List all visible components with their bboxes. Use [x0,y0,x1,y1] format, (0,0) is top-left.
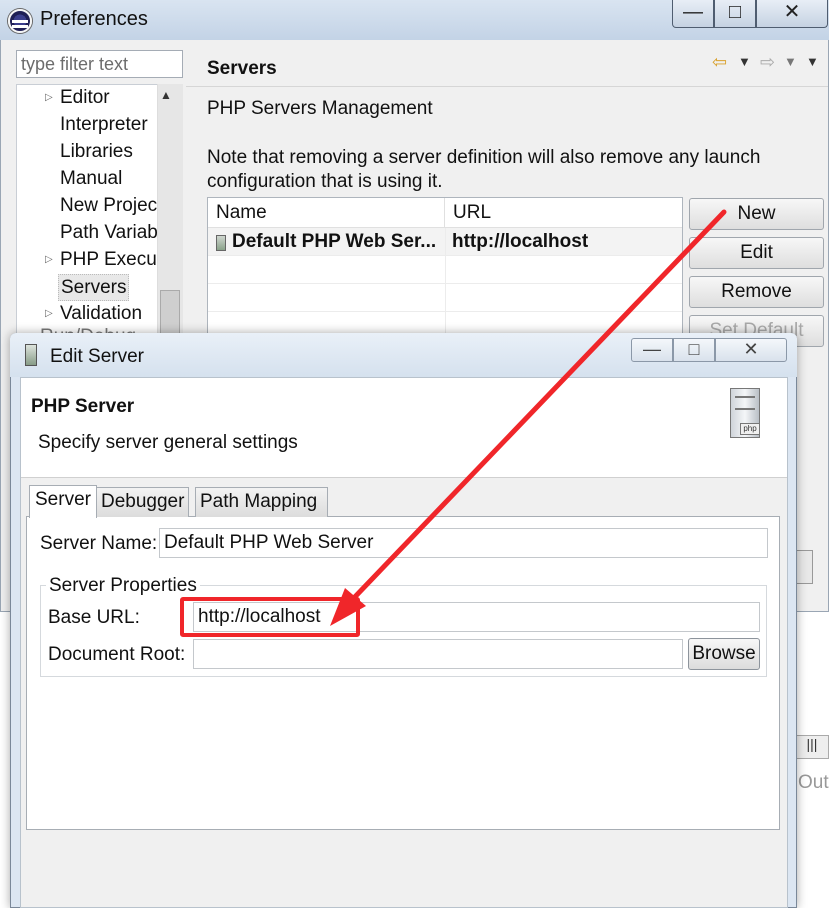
tab-server[interactable]: Server [29,485,97,518]
annotation-arrow [330,209,727,626]
